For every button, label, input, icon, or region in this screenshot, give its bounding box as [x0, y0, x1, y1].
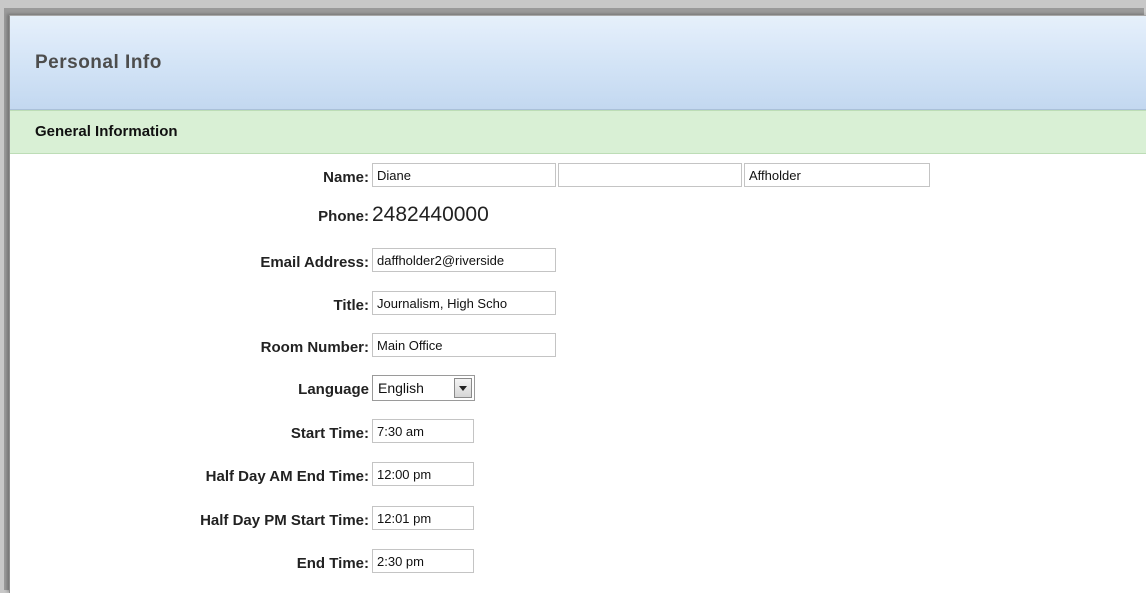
- personal-info-panel: Personal Info General Information Name: …: [9, 15, 1146, 593]
- start-time-input[interactable]: [372, 419, 474, 443]
- email-field[interactable]: [372, 248, 556, 272]
- phone-label: Phone:: [318, 208, 369, 225]
- chevron-down-icon[interactable]: [454, 378, 472, 398]
- room-label: Room Number:: [260, 339, 369, 356]
- title-input[interactable]: [372, 291, 556, 315]
- email-label: Email Address:: [260, 254, 369, 271]
- end-time-row: End Time:: [10, 549, 1146, 579]
- phone-row: Phone: 2482440000: [10, 202, 1146, 232]
- half-day-pm-start-row: Half Day PM Start Time:: [10, 506, 1146, 536]
- section-title: General Information: [35, 123, 178, 140]
- email-row: Email Address:: [10, 248, 1146, 278]
- end-time-input[interactable]: [372, 549, 474, 573]
- name-row: Name:: [10, 163, 1146, 193]
- section-header: General Information: [10, 110, 1146, 154]
- name-label: Name:: [323, 169, 369, 186]
- panel-header: Personal Info: [10, 16, 1146, 110]
- first-name-input[interactable]: [372, 163, 556, 187]
- language-label: Language: [298, 381, 369, 398]
- half-day-pm-start-input[interactable]: [372, 506, 474, 530]
- language-row: Language English: [10, 375, 1146, 405]
- half-day-am-end-row: Half Day AM End Time:: [10, 462, 1146, 492]
- start-time-label: Start Time:: [290, 425, 369, 442]
- title-label: Title:: [333, 297, 369, 314]
- page-title: Personal Info: [35, 52, 162, 73]
- language-selected-value: English: [378, 380, 424, 396]
- title-row: Title:: [10, 291, 1146, 321]
- start-time-row: Start Time:: [10, 419, 1146, 449]
- half-day-pm-start-label: Half Day PM Start Time:: [200, 512, 369, 529]
- room-number-input[interactable]: [372, 333, 556, 357]
- middle-name-input[interactable]: [558, 163, 742, 187]
- end-time-label: End Time:: [296, 555, 369, 572]
- room-row: Room Number:: [10, 333, 1146, 363]
- phone-value: 2482440000: [372, 203, 489, 226]
- last-name-input[interactable]: [744, 163, 930, 187]
- half-day-am-end-input[interactable]: [372, 462, 474, 486]
- half-day-am-end-label: Half Day AM End Time:: [205, 468, 369, 485]
- language-select[interactable]: English: [372, 375, 475, 401]
